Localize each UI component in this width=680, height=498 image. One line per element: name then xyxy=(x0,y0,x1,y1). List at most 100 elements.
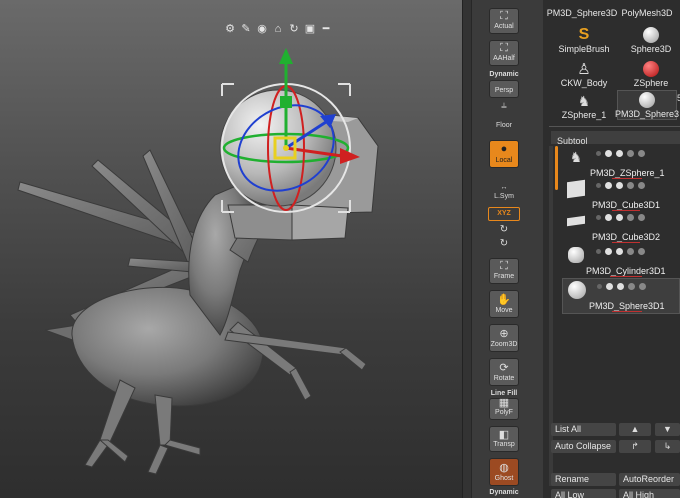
floor-button[interactable]: Floor xyxy=(484,122,524,129)
aahalf-button[interactable]: ⛶ AAHalf xyxy=(489,40,519,66)
actual-icon: ⛶ xyxy=(500,9,508,22)
move-button[interactable]: ✋ Move xyxy=(489,290,519,318)
actual-label: Actual xyxy=(494,23,514,30)
transp-button[interactable]: ◧ Transp xyxy=(489,426,519,452)
subtool-name: PM3D_ZSphere_1 xyxy=(590,168,665,179)
rotate-label: Rotate xyxy=(493,375,515,382)
cube-thumb-icon xyxy=(564,179,588,199)
dragon-body xyxy=(71,286,264,407)
floor-icon: ╧ xyxy=(501,104,507,111)
brush-zsphere-1[interactable]: ♞ ZSphere_1 xyxy=(551,90,617,121)
all-low-button[interactable]: All Low xyxy=(551,489,616,498)
all-high-button[interactable]: All High xyxy=(619,489,680,498)
rotate-z-icon[interactable]: ↻ xyxy=(484,238,524,249)
sphere3d-icon xyxy=(640,26,662,44)
subtool-controls[interactable] xyxy=(596,150,645,157)
brush-label: PM3D_Sphere3 xyxy=(614,109,680,119)
subtool-controls[interactable] xyxy=(596,248,645,255)
subtool-name: PM3D_Cylinder3D1 xyxy=(586,266,666,277)
local-label: Local xyxy=(495,157,513,164)
zoom3d-button[interactable]: ⊕ Zoom3D xyxy=(489,324,519,352)
subtool-header[interactable]: Subtool xyxy=(551,131,680,146)
rename-button[interactable]: Rename xyxy=(551,473,616,486)
subtool-controls[interactable] xyxy=(597,283,646,290)
cylinder-thumb-icon xyxy=(564,246,588,264)
subtool-item[interactable]: ♞ PM3D_ZSphere_1 xyxy=(562,146,680,182)
arrow-down-button[interactable]: ▼ xyxy=(655,423,680,436)
ghost-label: Ghost xyxy=(494,475,514,482)
polyf-button[interactable]: ▦ PolyF xyxy=(489,397,519,420)
auto-collapse-button[interactable]: Auto Collapse xyxy=(551,440,616,453)
brush-label: PolyMesh3D xyxy=(621,8,673,18)
gizmo-toolbar: ⚙ ✎ ◉ ⌂ ↻ ▣ ━ xyxy=(224,23,332,35)
pin-icon[interactable]: ✎ xyxy=(240,23,252,35)
subtool-name: PM3D_Cube3D2 xyxy=(592,232,661,243)
xyz-button[interactable]: XYZ xyxy=(488,207,520,221)
local-button[interactable]: ● Local xyxy=(489,140,519,168)
hand-icon: ✋ xyxy=(497,293,511,306)
brush-sphere3d[interactable]: Sphere3D xyxy=(618,24,680,54)
arrow-up-icon: ▲ xyxy=(630,424,640,434)
pm3d-sphere3-icon xyxy=(636,91,658,109)
branch-button[interactable]: ↱ xyxy=(619,440,651,453)
subtool-title: Subtool xyxy=(557,136,588,146)
merge-icon: ↳ xyxy=(663,441,672,451)
cube-thumb-icon xyxy=(564,212,588,230)
persp-label: Persp xyxy=(494,87,514,94)
persp-button[interactable]: Persp xyxy=(489,80,519,98)
move-label: Move xyxy=(495,307,513,314)
zsphere-icon xyxy=(640,60,662,78)
aahalf-icon: ⛶ xyxy=(500,41,508,54)
home-icon[interactable]: ⌂ xyxy=(272,23,284,35)
ghost-icon: ◍ xyxy=(499,461,509,474)
auto-reorder-button[interactable]: AutoReorder xyxy=(619,473,680,486)
location-icon[interactable]: ◉ xyxy=(256,23,268,35)
arrow-down-icon: ▼ xyxy=(663,424,672,434)
brush-ckw-body[interactable]: ♙ CKW_Body xyxy=(551,58,617,88)
brush-simplebrush[interactable]: S SimpleBrush xyxy=(551,24,617,54)
arrow-up-button[interactable]: ▲ xyxy=(619,423,651,436)
rotate-button[interactable]: ⟳ Rotate xyxy=(489,358,519,386)
zbrush-window: ⚙ ✎ ◉ ⌂ ↻ ▣ ━ ⛶ Actual ⛶ AAHalf Dynamic … xyxy=(0,0,680,498)
dragon-model[interactable] xyxy=(0,0,462,498)
subtool-item-selected[interactable]: PM3D_Sphere3D1 xyxy=(562,278,680,314)
ghost-button[interactable]: ◍ Ghost xyxy=(489,458,519,486)
lsym-button[interactable]: L.Sym xyxy=(484,193,524,200)
subtool-name: PM3D_Sphere3D1 xyxy=(589,301,665,312)
reset-icon[interactable]: ↻ xyxy=(288,23,300,35)
zsphere-1-icon: ♞ xyxy=(577,92,591,109)
subtool-item[interactable]: PM3D_Cube3D2 xyxy=(562,210,680,246)
sphere-thumb-icon xyxy=(565,281,589,299)
frame-button[interactable]: ⛶ Frame xyxy=(489,258,519,284)
brush-label: Sphere3D xyxy=(630,44,672,54)
subtool-controls[interactable] xyxy=(596,182,645,189)
gear-icon[interactable]: ⚙ xyxy=(224,23,236,35)
ckw-body-icon: ♙ xyxy=(577,61,591,78)
brush-zsphere[interactable]: ZSphere xyxy=(618,58,680,88)
actual-button[interactable]: ⛶ Actual xyxy=(489,8,519,34)
list-all-button[interactable]: List All xyxy=(551,423,616,436)
subtool-item[interactable]: PM3D_Cylinder3D1 xyxy=(562,244,680,280)
subtool-scroll-thumb[interactable] xyxy=(555,146,558,190)
dynamic-label-top: Dynamic xyxy=(489,71,519,78)
transp-icon: ◧ xyxy=(498,428,510,441)
3d-viewport[interactable]: ⚙ ✎ ◉ ⌂ ↻ ▣ ━ xyxy=(0,0,462,498)
rotate-y-icon[interactable]: ↻ xyxy=(484,224,524,235)
brush-polymesh3d[interactable]: PolyMesh3D xyxy=(614,0,680,18)
minus-icon[interactable]: ━ xyxy=(320,23,332,35)
brush-pm3d-sphere3-selected[interactable]: PM3D_Sphere3 xyxy=(614,90,680,120)
brush-pm3d-sphere3d[interactable]: PM3D_Sphere3D xyxy=(546,0,618,18)
brush-label: SimpleBrush xyxy=(558,44,610,54)
branch-icon: ↱ xyxy=(631,441,639,451)
subtool-item[interactable]: PM3D_Cube3D1 xyxy=(562,178,680,214)
subtool-controls[interactable] xyxy=(596,214,645,221)
merge-button[interactable]: ↳ xyxy=(655,440,680,453)
zoom3d-label: Zoom3D xyxy=(490,341,518,348)
dynamic-label-bottom: Dynamic xyxy=(489,489,519,496)
shelf-splitter[interactable] xyxy=(463,0,472,498)
lock-icon[interactable]: ▣ xyxy=(304,23,316,35)
brush-label: ZSphere xyxy=(633,78,669,88)
rotate-icon: ⟳ xyxy=(499,361,509,374)
transp-label: Transp xyxy=(493,441,515,448)
brush-label: PM3D_Sphere3D xyxy=(546,8,618,18)
